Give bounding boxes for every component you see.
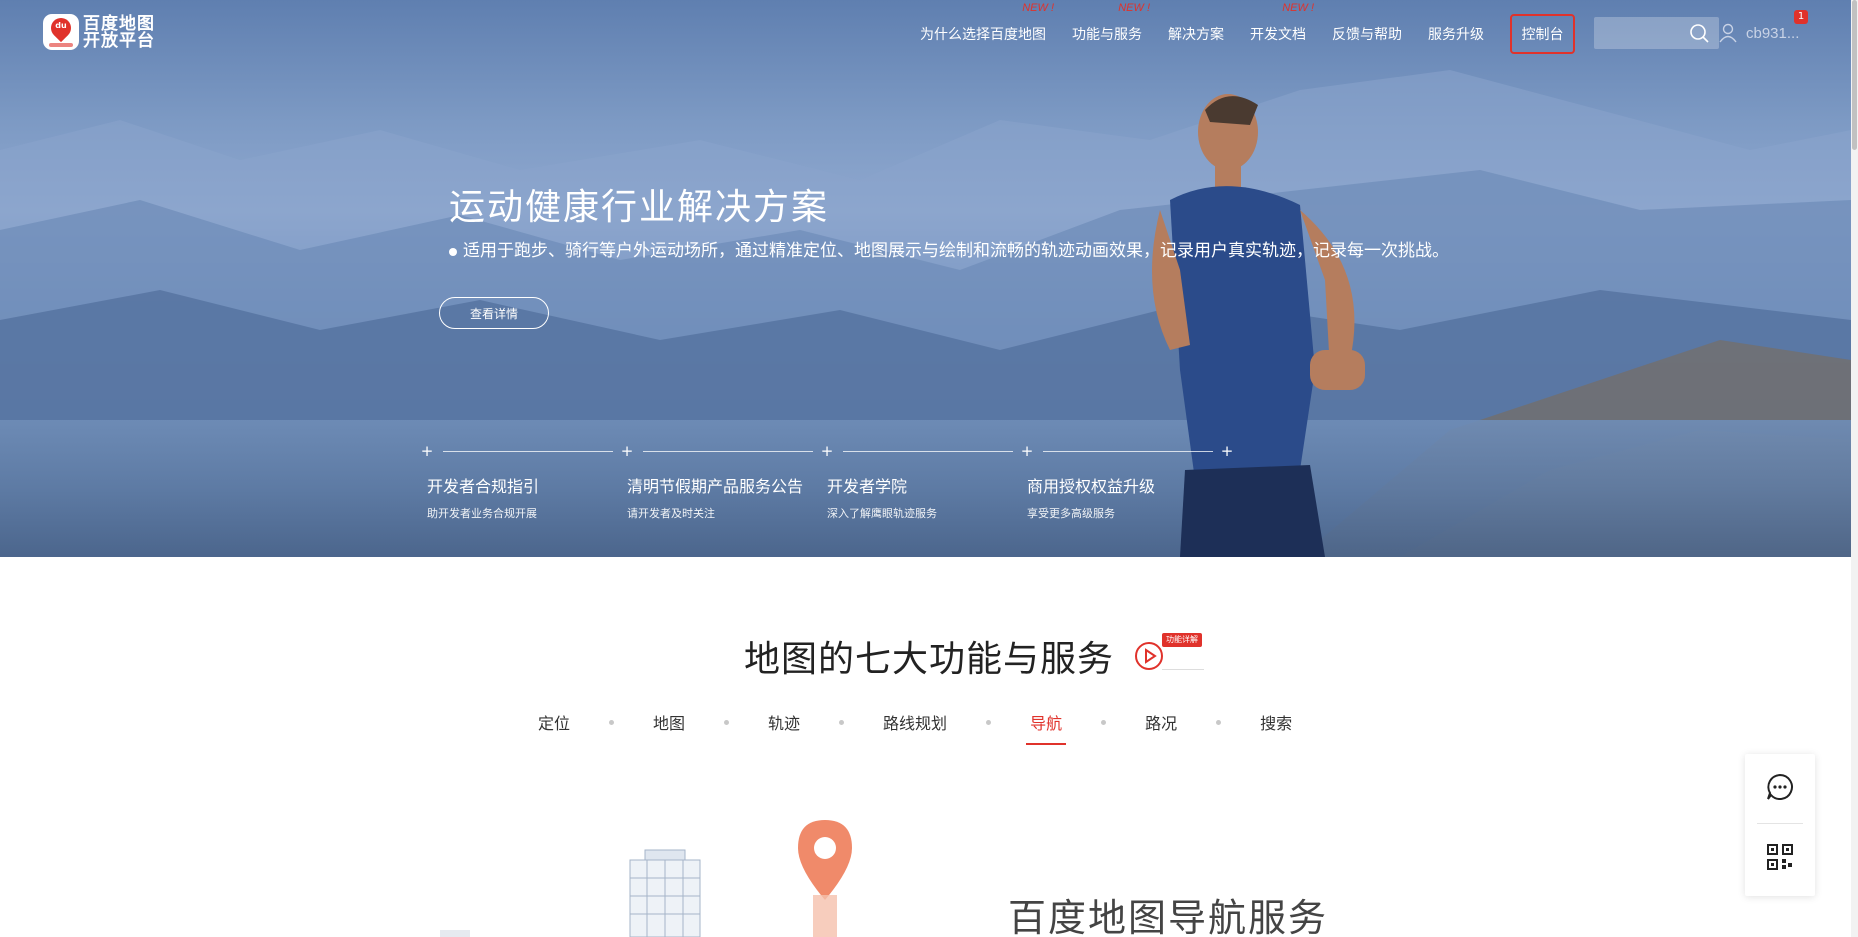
tab-separator — [839, 719, 845, 725]
baidu-map-logo[interactable]: du 百度地图 开放平台 — [43, 13, 155, 50]
building-icon — [629, 849, 701, 937]
tag-underline — [1162, 669, 1204, 670]
new-badge: NEW ! — [1022, 2, 1054, 14]
tab-search[interactable]: 搜索 — [1260, 710, 1292, 734]
location-pin-icon — [798, 820, 852, 937]
section-title: 地图的七大功能与服务 — [744, 638, 1115, 679]
nav-item-feedback[interactable]: 反馈与帮助 — [1332, 24, 1402, 44]
navigation-service-title: 百度地图导航服务 — [1008, 898, 1329, 937]
tab-separator — [609, 719, 615, 725]
news-item-compliance[interactable]: 开发者合规指引 助开发者业务合规开展 — [427, 473, 617, 521]
hero-title: 运动健康行业解决方案 — [449, 186, 830, 227]
floating-toolbar — [1745, 754, 1815, 896]
play-icon[interactable] — [1134, 641, 1164, 671]
nav-item-docs[interactable]: NEW ! 开发文档 — [1250, 2, 1314, 44]
logo-mark-icon: du — [43, 13, 79, 50]
chat-icon[interactable] — [1766, 773, 1794, 801]
tab-separator — [724, 719, 730, 725]
tab-navigation[interactable]: 导航 — [1026, 710, 1067, 745]
scrollbar-thumb[interactable] — [1852, 0, 1857, 150]
toolbar-divider — [1757, 823, 1803, 824]
user-icon — [1719, 23, 1737, 43]
new-badge: NEW ! — [1118, 2, 1150, 14]
bullet-dot — [449, 247, 457, 256]
news-divider: + + + + + — [420, 442, 1234, 460]
tab-traffic[interactable]: 路况 — [1145, 710, 1177, 734]
console-button[interactable]: 控制台 — [1510, 14, 1575, 54]
nav-menu: NEW ! 为什么选择百度地图 NEW ! 功能与服务 解决方案 NEW ! 开… — [920, 0, 1510, 68]
tab-separator — [1216, 719, 1222, 725]
news-item-qingming[interactable]: 清明节假期产品服务公告 请开发者及时关注 — [627, 473, 817, 521]
tab-map[interactable]: 地图 — [653, 710, 685, 734]
page-scrollbar[interactable] — [1851, 0, 1858, 937]
feature-tabs: 定位 地图 轨迹 路线规划 导航 路况 搜索 — [538, 710, 1292, 745]
qr-code-icon[interactable] — [1767, 844, 1793, 870]
nav-item-why-baidu[interactable]: NEW ! 为什么选择百度地图 — [920, 2, 1054, 44]
nav-item-solutions[interactable]: 解决方案 — [1168, 24, 1224, 44]
nav-item-features[interactable]: NEW ! 功能与服务 — [1072, 2, 1150, 44]
tab-trajectory[interactable]: 轨迹 — [768, 710, 800, 734]
tab-separator — [1101, 719, 1107, 725]
view-details-button[interactable]: 查看详情 — [439, 297, 549, 329]
new-badge: NEW ! — [1282, 2, 1314, 14]
news-strip: + + + + + 开发者合规指引 助开发者业务合规开展 清明节假期产品服务公告… — [420, 442, 1237, 523]
top-navbar: du 百度地图 开放平台 NEW ! 为什么选择百度地图 NEW ! 功能与服务… — [0, 0, 1851, 68]
nav-item-upgrade[interactable]: 服务升级 — [1428, 24, 1484, 44]
feature-detail-tag[interactable]: 功能详解 — [1162, 633, 1202, 647]
tab-location[interactable]: 定位 — [538, 710, 570, 734]
search-input[interactable] — [1594, 17, 1684, 49]
news-item-license[interactable]: 商用授权权益升级 享受更多高级服务 — [1027, 473, 1217, 521]
search-box — [1594, 17, 1719, 49]
section-header: 地图的七大功能与服务 — [744, 630, 1164, 682]
hero-description: 适用于跑步、骑行等户外运动场所，通过精准定位、地图展示与绘制和流畅的轨迹动画效果… — [449, 236, 1449, 261]
user-name: cb931... — [1746, 24, 1800, 42]
search-icon[interactable] — [1689, 23, 1709, 43]
user-menu[interactable]: cb931... 1 — [1718, 10, 1808, 50]
logo-text: 百度地图 开放平台 — [83, 14, 155, 50]
tab-separator — [986, 719, 992, 725]
news-item-academy[interactable]: 开发者学院 深入了解鹰眼轨迹服务 — [827, 473, 1017, 521]
notification-badge[interactable]: 1 — [1794, 10, 1808, 24]
tab-route-planning[interactable]: 路线规划 — [883, 710, 947, 734]
navigation-illustration — [440, 820, 852, 937]
